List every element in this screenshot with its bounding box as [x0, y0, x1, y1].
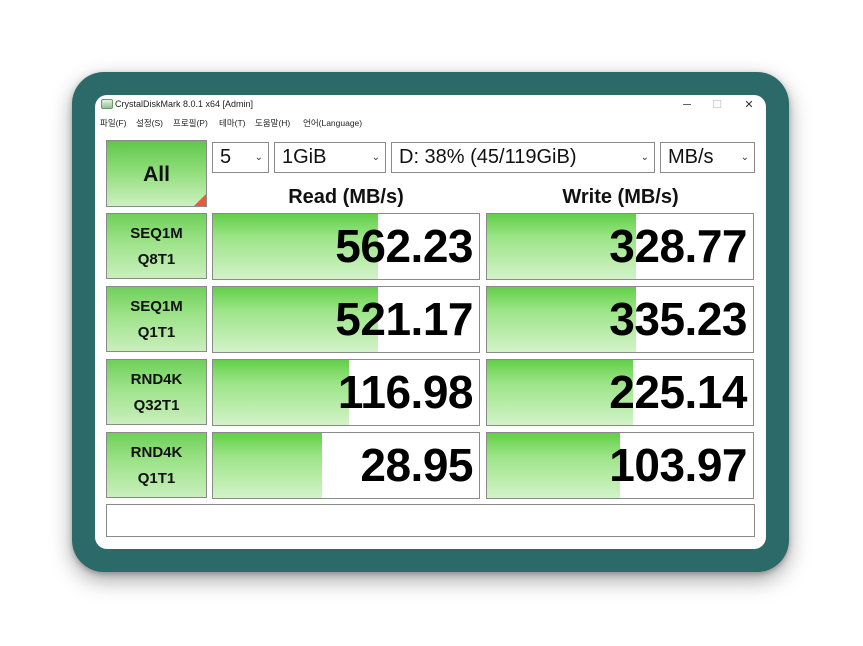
menu-help[interactable]: 도움말(H)	[255, 117, 290, 129]
size-select[interactable]: 1GiB ⌄	[274, 142, 386, 173]
progress-bar	[487, 433, 620, 498]
all-button[interactable]: All	[106, 140, 207, 207]
write-result-cell: 225.14	[486, 359, 754, 426]
size-value: 1GiB	[282, 146, 327, 168]
app-icon	[101, 99, 113, 109]
progress-bar	[213, 360, 349, 425]
menu-bar: 파일(F) 설정(S) 프로필(P) 테마(T) 도움말(H) 언어(Langu…	[95, 115, 766, 131]
menu-settings[interactable]: 설정(S)	[136, 117, 163, 129]
write-result-cell: 335.23	[486, 286, 754, 353]
app-window: CrystalDiskMark 8.0.1 x64 [Admin] ─ ☐ ✕ …	[95, 95, 766, 549]
read-value: 116.98	[337, 366, 474, 418]
comment-field[interactable]	[106, 504, 755, 537]
write-result-cell: 328.77	[486, 213, 754, 280]
test-name: SEQ1M	[130, 298, 183, 315]
unit-value: MB/s	[668, 146, 714, 168]
chevron-down-icon: ⌄	[254, 152, 263, 163]
menu-file[interactable]: 파일(F)	[100, 117, 127, 129]
chevron-down-icon: ⌄	[640, 152, 649, 163]
test-name: RND4K	[130, 371, 183, 388]
read-result-cell: 521.17	[212, 286, 480, 353]
read-value: 521.17	[335, 293, 473, 345]
read-value: 28.95	[360, 439, 473, 491]
chevron-down-icon: ⌄	[371, 152, 380, 163]
window-title: CrystalDiskMark 8.0.1 x64 [Admin]	[115, 99, 254, 109]
minimize-icon[interactable]: ─	[673, 95, 701, 115]
test-button-rnd4k-q1t1[interactable]: RND4K Q1T1	[106, 432, 207, 498]
progress-bar	[213, 433, 323, 498]
read-result-cell: 28.95	[212, 432, 480, 499]
test-name: RND4K	[130, 444, 183, 461]
write-header: Write (MB/s)	[562, 186, 679, 208]
read-result-cell: 562.23	[212, 213, 480, 280]
write-result-cell: 103.97	[486, 432, 754, 499]
maximize-icon[interactable]: ☐	[703, 95, 731, 115]
menu-language[interactable]: 언어(Language)	[303, 117, 362, 129]
test-button-rnd4k-q32t1[interactable]: RND4K Q32T1	[106, 359, 207, 425]
test-button-seq1m-q8t1[interactable]: SEQ1M Q8T1	[106, 213, 207, 279]
count-value: 5	[220, 146, 232, 168]
test-name: SEQ1M	[130, 225, 183, 242]
title-bar[interactable]: CrystalDiskMark 8.0.1 x64 [Admin] ─ ☐ ✕	[95, 95, 766, 115]
test-button-seq1m-q1t1[interactable]: SEQ1M Q1T1	[106, 286, 207, 352]
all-button-label: All	[143, 163, 170, 186]
test-params: Q8T1	[137, 251, 176, 269]
corner-mark-icon	[194, 194, 206, 206]
write-value: 335.23	[609, 293, 747, 345]
write-value: 225.14	[609, 366, 747, 418]
test-params: Q32T1	[133, 397, 180, 415]
unit-select[interactable]: MB/s ⌄	[660, 142, 755, 173]
read-result-cell: 116.98	[212, 359, 480, 426]
write-value: 103.97	[609, 439, 747, 491]
drive-value: D: 38% (45/119GiB)	[399, 146, 577, 168]
count-select[interactable]: 5 ⌄	[212, 142, 269, 173]
read-header: Read (MB/s)	[288, 186, 404, 208]
write-value: 328.77	[609, 220, 747, 272]
close-icon[interactable]: ✕	[735, 95, 763, 115]
menu-theme[interactable]: 테마(T)	[219, 117, 246, 129]
chevron-down-icon: ⌄	[740, 152, 749, 163]
test-params: Q1T1	[137, 470, 176, 488]
test-params: Q1T1	[137, 324, 176, 342]
read-value: 562.23	[335, 220, 473, 272]
drive-select[interactable]: D: 38% (45/119GiB) ⌄	[391, 142, 655, 173]
menu-profile[interactable]: 프로필(P)	[173, 117, 208, 129]
